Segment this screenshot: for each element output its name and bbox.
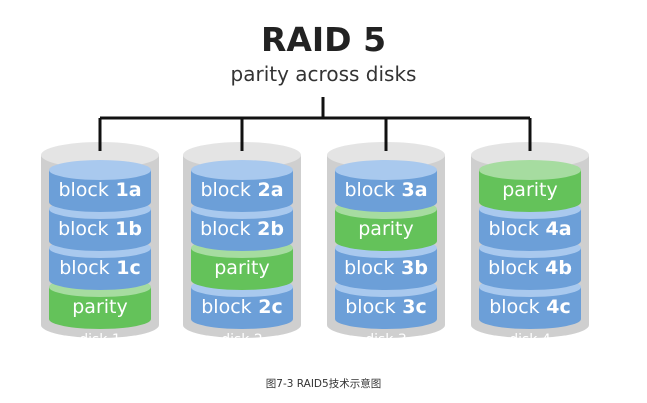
block-word: block	[200, 218, 250, 240]
block-word: block	[58, 218, 108, 240]
block-id: 3c	[396, 296, 427, 318]
block-word: block	[345, 296, 395, 318]
block-word: block	[59, 257, 109, 279]
block-label: block 4b	[488, 257, 572, 279]
disk-2: block 2cparityblock 2bblock 2adisk 2	[183, 118, 301, 348]
block-word: block	[200, 179, 250, 201]
block-top	[49, 160, 151, 180]
block-label: parity	[72, 296, 128, 318]
block-word: parity	[214, 257, 270, 279]
raid5-diagram: parityblock 1cblock 1bblock 1adisk 1bloc…	[41, 97, 589, 348]
disk-label: disk 4	[509, 332, 551, 348]
block-label: block 2a	[200, 179, 283, 201]
block-id: 3b	[394, 257, 427, 279]
data-block-2a: block 2a	[191, 160, 293, 212]
block-label: block 3a	[344, 179, 427, 201]
block-id: 2b	[250, 218, 283, 240]
block-word: block	[344, 257, 394, 279]
disk-4: block 4cblock 4bblock 4aparitydisk 4	[471, 118, 589, 348]
block-word: parity	[72, 296, 128, 318]
block-id: 1b	[108, 218, 141, 240]
block-id: 3a	[395, 179, 428, 201]
disk-3: block 3cblock 3bparityblock 3adisk 3	[327, 118, 445, 348]
disk-label: disk 1	[79, 332, 121, 348]
block-label: parity	[502, 179, 558, 201]
block-top	[191, 160, 293, 180]
block-label: block 1a	[58, 179, 141, 201]
disk-label: disk 2	[221, 332, 263, 348]
block-word: block	[344, 179, 394, 201]
block-label: parity	[214, 257, 270, 279]
block-label: block 4c	[489, 296, 571, 318]
data-block-3a: block 3a	[335, 160, 437, 212]
block-id: 2c	[252, 296, 283, 318]
block-id: 1c	[110, 257, 141, 279]
block-word: block	[488, 257, 538, 279]
block-id: 1a	[109, 179, 142, 201]
disk-label: disk 3	[365, 332, 407, 348]
parity-block: parity	[479, 160, 581, 212]
block-label: block 3c	[345, 296, 427, 318]
block-word: block	[489, 296, 539, 318]
block-word: block	[488, 218, 538, 240]
block-word: parity	[502, 179, 558, 201]
block-top	[335, 160, 437, 180]
block-id: 4c	[540, 296, 571, 318]
block-label: block 3b	[344, 257, 428, 279]
block-id: 4b	[538, 257, 571, 279]
block-word: parity	[358, 218, 414, 240]
block-id: 4a	[539, 218, 572, 240]
block-top	[479, 160, 581, 180]
data-block-1a: block 1a	[49, 160, 151, 212]
block-label: block 1b	[58, 218, 142, 240]
connection-bus	[100, 97, 530, 120]
block-label: block 2b	[200, 218, 284, 240]
block-label: parity	[358, 218, 414, 240]
block-label: block 1c	[59, 257, 141, 279]
block-label: block 2c	[201, 296, 283, 318]
block-word: block	[201, 296, 251, 318]
block-id: 2a	[251, 179, 284, 201]
disk-1: parityblock 1cblock 1bblock 1adisk 1	[41, 118, 159, 348]
block-label: block 4a	[488, 218, 571, 240]
figure-caption: 图7-3 RAID5技术示意图	[265, 378, 382, 390]
block-word: block	[58, 179, 108, 201]
